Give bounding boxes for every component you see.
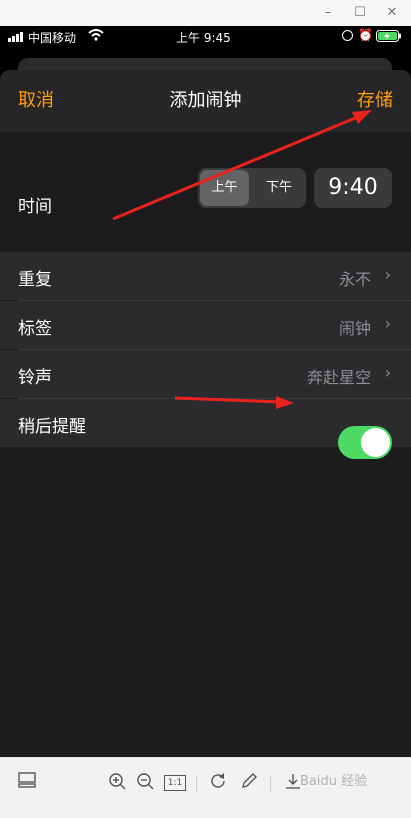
arrow-to-sound-line [174, 396, 283, 404]
close-button[interactable]: ✕ [382, 3, 402, 23]
window-titlebar: – ☐ ✕ [0, 0, 411, 26]
rotate-icon[interactable] [208, 772, 230, 794]
zoom-in-icon[interactable] [106, 772, 128, 794]
baidu-watermark: Baidu 经验 [300, 774, 368, 789]
edit-icon[interactable] [238, 772, 260, 794]
actual-size-label: 1:1 [164, 775, 186, 791]
arrow-to-save-line [112, 114, 361, 221]
phone-screen: 中国移动 上午 9:45 ⏰ 取消 添加闹钟 存储 时间 上午 下午 9:40 … [0, 26, 411, 757]
arrow-to-save-head [352, 110, 372, 124]
panel-icon[interactable] [16, 772, 38, 794]
zoom-out-icon[interactable] [134, 772, 156, 794]
annotation-arrows [112, 110, 372, 409]
maximize-button[interactable]: ☐ [350, 3, 370, 23]
toolbar-divider [270, 776, 271, 792]
arrow-to-sound-head [276, 396, 294, 409]
toolbar-divider [196, 776, 197, 792]
actual-size-icon[interactable]: 1:1 [164, 772, 186, 794]
minimize-button[interactable]: – [318, 3, 338, 23]
